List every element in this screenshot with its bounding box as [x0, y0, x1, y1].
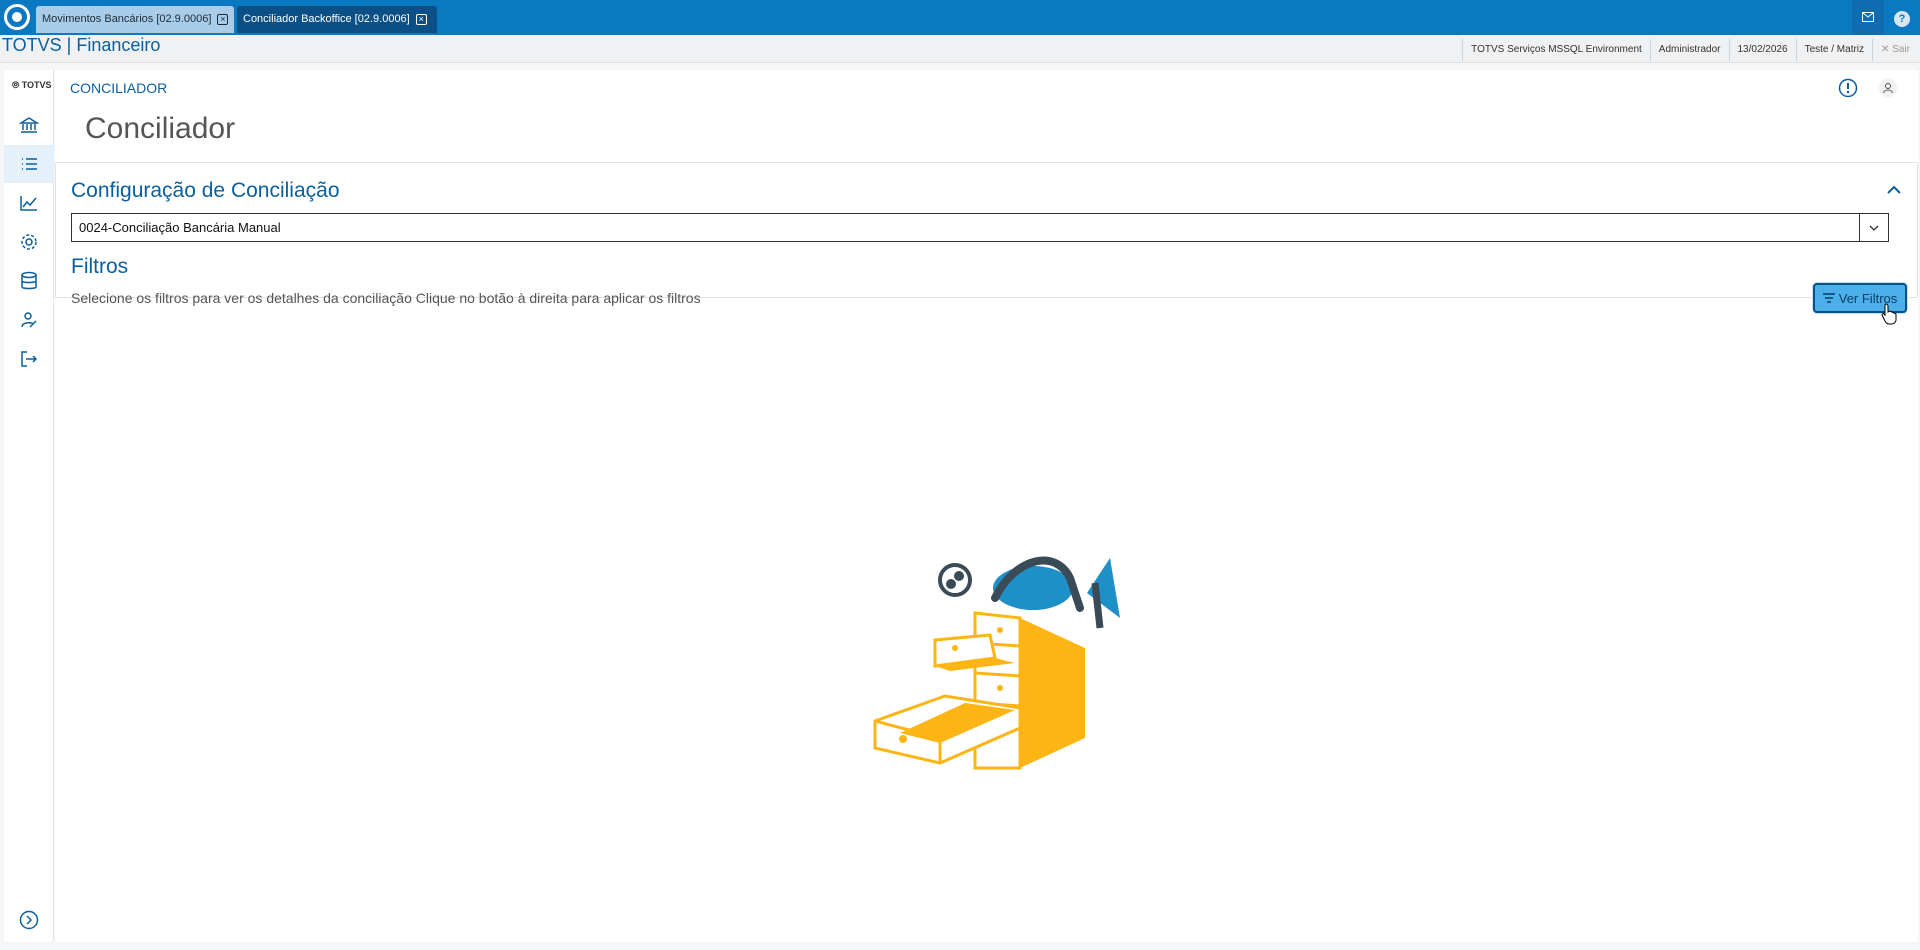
- user-icon[interactable]: [1878, 78, 1898, 98]
- sidebar-item-chart[interactable]: [4, 184, 54, 222]
- app-header: TOTVS | Financeiro TOTVS Serviços MSSQL …: [0, 35, 1920, 63]
- mail-icon[interactable]: [1852, 0, 1884, 35]
- config-select[interactable]: 0024-Conciliação Bancária Manual: [71, 213, 1889, 242]
- filters-title: Filtros: [71, 255, 129, 278]
- filter-icon: [1822, 293, 1835, 303]
- tab-movimentos-bancarios[interactable]: Movimentos Bancários [02.9.0006] ×: [36, 6, 234, 33]
- exit-label: Sair: [1892, 44, 1910, 55]
- gear-icon: [21, 234, 37, 250]
- page-title: Conciliador: [85, 112, 236, 145]
- close-icon[interactable]: ×: [415, 13, 427, 25]
- sidebar-item-bank[interactable]: [4, 106, 54, 144]
- sidebar-item-settings[interactable]: [4, 223, 54, 261]
- date-label: 13/02/2026: [1728, 39, 1796, 61]
- tab-label: Movimentos Bancários [02.9.0006]: [42, 13, 212, 25]
- logout-icon: [21, 351, 38, 367]
- chevron-down-icon: [1869, 225, 1879, 231]
- config-card: Configuração de Conciliação 0024-Concili…: [55, 162, 1918, 325]
- filters-description: Selecione os filtros para ver os detalhe…: [71, 290, 701, 306]
- breadcrumb[interactable]: CONCILIADOR: [70, 80, 167, 96]
- pointer-cursor-icon: [1881, 303, 1897, 325]
- user-label: Administrador: [1649, 39, 1729, 61]
- sidebar-item-logout[interactable]: [4, 340, 54, 378]
- empty-state-illustration: [873, 556, 1120, 770]
- close-icon[interactable]: ×: [217, 13, 229, 25]
- list-icon: [22, 158, 37, 170]
- bank-icon: [19, 117, 39, 133]
- branch-label[interactable]: Teste / Matriz: [1795, 39, 1872, 61]
- database-icon: [21, 271, 37, 290]
- sidebar-item-user-edit[interactable]: [4, 301, 54, 339]
- select-arrow[interactable]: [1859, 214, 1888, 241]
- chevron-up-icon[interactable]: [1885, 181, 1903, 199]
- sidebar: ⦾ TOTVS: [4, 70, 54, 942]
- main-content: CONCILIADOR Conciliador Configuração de …: [55, 70, 1918, 942]
- sidebar-item-list[interactable]: [4, 145, 54, 183]
- user-edit-icon: [21, 312, 37, 328]
- top-actions: [1838, 78, 1898, 98]
- sidebar-item-database[interactable]: [4, 262, 54, 300]
- top-tab-bar: Movimentos Bancários [02.9.0006] × Concil…: [0, 0, 1920, 35]
- header-info: TOTVS Serviços MSSQL Environment Adminis…: [1462, 39, 1920, 61]
- exit-button[interactable]: ✕ Sair: [1872, 39, 1920, 61]
- totvs-logo: ⦾ TOTVS: [12, 80, 52, 90]
- brand-title: TOTVS | Financeiro: [2, 35, 161, 55]
- alert-icon[interactable]: [1838, 78, 1858, 98]
- environment-label: TOTVS Serviços MSSQL Environment: [1462, 39, 1650, 61]
- app-logo-icon[interactable]: [4, 4, 30, 30]
- config-title: Configuração de Conciliação: [71, 179, 340, 202]
- help-icon[interactable]: ?: [1886, 0, 1918, 35]
- tab-label: Conciliador Backoffice [02.9.0006]: [243, 13, 410, 25]
- chart-line-icon: [20, 196, 37, 211]
- tab-conciliador-backoffice[interactable]: Conciliador Backoffice [02.9.0006] ×: [237, 6, 437, 33]
- chevron-right-circle-icon[interactable]: [19, 910, 39, 930]
- config-select-value: 0024-Conciliação Bancária Manual: [79, 220, 281, 235]
- logo-text: TOTVS: [21, 80, 52, 90]
